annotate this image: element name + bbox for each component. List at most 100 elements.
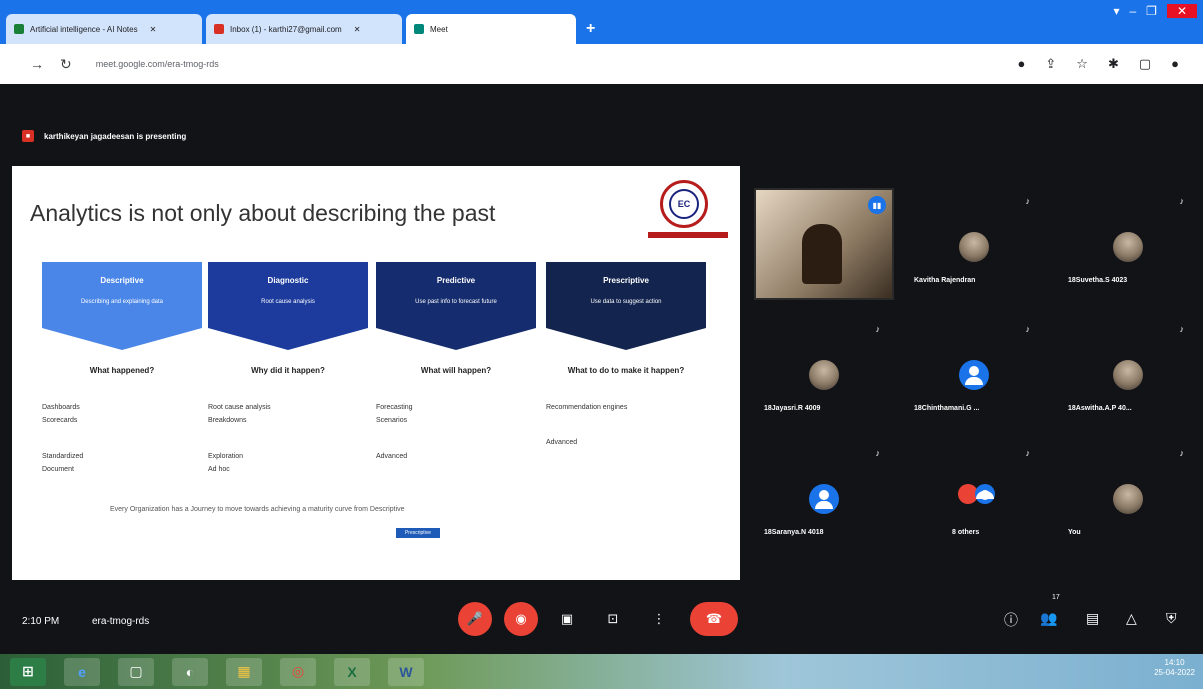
participant-tile[interactable]: ♪ 18Suvetha.S 4023 <box>1058 188 1198 300</box>
system-clock: 14:10 25-04-2022 <box>1154 658 1195 678</box>
institution-logo-icon: EC <box>660 180 708 228</box>
url-field[interactable]: meet.google.com/era-tmog-rds <box>96 59 219 69</box>
mic-muted-icon: ♪ <box>875 448 881 458</box>
avatar <box>809 484 839 514</box>
column-question: What to do to make it happen? <box>567 366 685 375</box>
file-explorer-icon[interactable]: ▦ <box>226 657 262 686</box>
internet-explorer-icon[interactable]: e <box>64 657 100 686</box>
people-icon[interactable]: 👥 <box>1040 610 1057 627</box>
os-taskbar: ⊞ e ▢ ◐ ▦ ◎ X W 14:10 25-04-2022 <box>0 654 1203 689</box>
extensions-icon[interactable]: ✱ <box>1108 56 1119 72</box>
column-items: Forecasting Scenarios Advanced <box>376 404 413 460</box>
prescriptive-shape: Prescriptive Use data to suggest action <box>546 262 706 350</box>
word-icon[interactable]: W <box>388 657 424 686</box>
chat-icon[interactable]: ▤ <box>1086 610 1099 627</box>
avatar <box>1113 360 1143 390</box>
address-bar: → ↻ meet.google.com/era-tmog-rds ● ⇪ ☆ ✱… <box>0 44 1203 84</box>
browser-tab[interactable]: Artificial intelligence - AI Notes ✕ <box>6 14 202 44</box>
group-avatar-icon <box>975 484 996 504</box>
forward-icon[interactable]: → <box>30 56 44 72</box>
slide-column-diagnostic: Diagnostic Root cause analysis Why did i… <box>208 262 368 476</box>
slide-button: Prescriptive <box>396 528 440 538</box>
column-items: Root cause analysis Breakdowns Explorati… <box>208 404 271 473</box>
window-controls: ▾ – ❐ ✕ <box>1113 4 1197 18</box>
column-items: Dashboards Scorecards Standardized Docum… <box>42 404 84 473</box>
presenter-video-tile[interactable]: ▮▮ <box>754 188 894 300</box>
host-controls-icon[interactable]: ⛨ <box>1166 610 1177 627</box>
mic-muted-icon: ♪ <box>1179 324 1185 334</box>
close-tab-icon[interactable]: ✕ <box>354 25 361 34</box>
logo-banner <box>648 232 728 238</box>
meet-controls-bar: 2:10 PM era-tmog-rds 🎤 ◉ ▣ ⊡ ⋮ ☎ ⓘ 17 👥 … <box>0 586 1203 654</box>
participant-tile[interactable]: ♪ 18Chinthamani.G ... <box>904 316 1044 428</box>
descriptive-shape: Descriptive Describing and explaining da… <box>42 262 202 350</box>
media-player-icon[interactable]: ◐ <box>172 657 208 686</box>
diagnostic-shape: Diagnostic Root cause analysis <box>208 262 368 350</box>
slide-column-predictive: Predictive Use past info to forecast fut… <box>376 262 536 463</box>
browser-tab[interactable]: Inbox (1) - karthi27@gmail.com ✕ <box>206 14 402 44</box>
presenter-banner: ■ karthikeyan jagadeesan is presenting <box>22 130 186 142</box>
mic-muted-icon: ♪ <box>1025 448 1031 458</box>
speaking-indicator-icon: ▮▮ <box>868 196 886 214</box>
avatar <box>809 360 839 390</box>
sidebar-icon[interactable]: ▢ <box>1139 56 1151 72</box>
captions-button[interactable]: ▣ <box>550 602 584 636</box>
camera-icon[interactable]: ● <box>1018 56 1026 72</box>
meeting-code: era-tmog-rds <box>92 616 150 627</box>
star-icon[interactable]: ☆ <box>1076 56 1088 72</box>
start-button-icon[interactable]: ⊞ <box>10 657 46 686</box>
slide-footer: Every Organization has a Journey to move… <box>110 506 405 513</box>
activities-icon[interactable]: △ <box>1126 610 1137 627</box>
column-question: What happened? <box>89 366 155 375</box>
close-tab-icon[interactable]: ✕ <box>150 25 157 34</box>
mic-muted-icon: ♪ <box>1179 448 1185 458</box>
column-items: Recommendation engines Advanced <box>546 404 628 447</box>
participant-tile-self[interactable]: ♪ You <box>1058 440 1198 552</box>
leave-call-button[interactable]: ☎ <box>690 602 738 636</box>
mic-muted-icon: ♪ <box>875 324 881 334</box>
avatar <box>1113 232 1143 262</box>
presenter-figure <box>802 224 842 284</box>
camera-button[interactable]: ◉ <box>504 602 538 636</box>
avatar <box>959 232 989 262</box>
slide-column-prescriptive: Prescriptive Use data to suggest action … <box>546 262 706 450</box>
presentation-icon: ■ <box>22 130 34 142</box>
participant-tile[interactable]: ♪ 18Jayasri.R 4009 <box>754 316 894 428</box>
predictive-shape: Predictive Use past info to forecast fut… <box>376 262 536 350</box>
chrome-icon[interactable]: ◎ <box>280 657 316 686</box>
minimize-icon[interactable]: ▾ <box>1113 4 1119 18</box>
excel-icon[interactable]: X <box>334 657 370 686</box>
restore-window-icon[interactable]: ❐ <box>1146 4 1157 18</box>
slide-title: Analytics is not only about describing t… <box>30 200 496 226</box>
meeting-info-icon[interactable]: ⓘ <box>1004 610 1018 630</box>
favicon-icon <box>14 24 24 34</box>
reload-icon[interactable]: ↻ <box>60 56 72 73</box>
participant-tile[interactable]: ♪ 18Saranya.N 4018 <box>754 440 894 552</box>
browser-tab-active[interactable]: Meet <box>406 14 576 44</box>
shared-slide: Analytics is not only about describing t… <box>12 166 740 580</box>
share-icon[interactable]: ⇪ <box>1045 56 1056 72</box>
mic-muted-icon: ♪ <box>1025 196 1031 206</box>
people-count-badge: 17 <box>1052 594 1060 601</box>
column-question: Why did it happen? <box>251 366 325 375</box>
gmail-icon <box>214 24 224 34</box>
taskview-icon[interactable]: ▢ <box>118 657 154 686</box>
mic-muted-icon: ♪ <box>1025 324 1031 334</box>
participant-tile-others[interactable]: ♪ 8 others <box>904 440 1044 552</box>
present-button[interactable]: ⊡ <box>596 602 630 636</box>
microphone-button[interactable]: 🎤 <box>458 602 492 636</box>
avatar <box>1113 484 1143 514</box>
column-question: What will happen? <box>420 366 492 375</box>
slide-column-descriptive: Descriptive Describing and explaining da… <box>42 262 202 476</box>
mic-muted-icon: ♪ <box>1179 196 1185 206</box>
participant-tile[interactable]: ♪ Kavitha Rajendran <box>904 188 1044 300</box>
meeting-time: 2:10 PM <box>22 616 60 627</box>
minimize-window-icon[interactable]: – <box>1129 4 1136 18</box>
close-window-icon[interactable]: ✕ <box>1166 4 1197 18</box>
more-options-button[interactable]: ⋮ <box>642 602 676 636</box>
meet-icon <box>414 24 424 34</box>
browser-tab-strip: Artificial intelligence - AI Notes ✕ Inb… <box>0 0 1203 44</box>
participant-tile[interactable]: ♪ 18Aswitha.A.P 40... <box>1058 316 1198 428</box>
profile-icon[interactable]: ● <box>1171 56 1179 72</box>
new-tab-icon[interactable]: + <box>586 20 595 38</box>
